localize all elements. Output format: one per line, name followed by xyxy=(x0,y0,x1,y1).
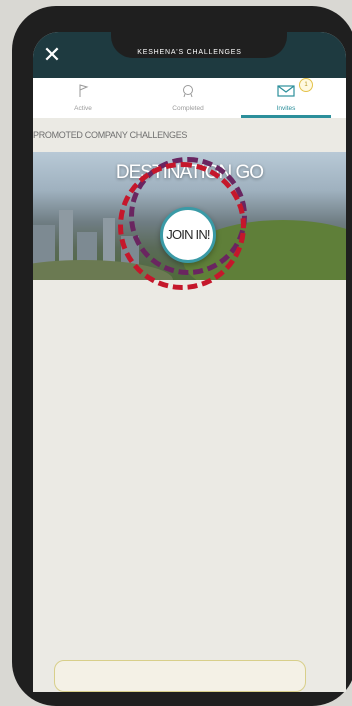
app-screen: ✕ KESHENA'S CHALLENGES Active Completed … xyxy=(33,32,346,692)
flag-icon xyxy=(33,84,133,98)
tab-active[interactable]: Active xyxy=(33,78,133,118)
tab-invites[interactable]: 1 Invites xyxy=(241,78,331,118)
page-title: KESHENA'S CHALLENGES xyxy=(137,49,242,56)
phone-frame: ✕ KESHENA'S CHALLENGES Active Completed … xyxy=(12,6,352,706)
tab-label: Completed xyxy=(172,105,204,112)
active-tab-indicator xyxy=(241,115,331,118)
tab-label: Active xyxy=(74,105,92,112)
tab-label: Invites xyxy=(276,105,296,112)
section-heading: PROMOTED COMPANY CHALLENGES xyxy=(33,130,188,140)
tab-completed[interactable]: Completed xyxy=(133,78,243,118)
notification-badge: 1 xyxy=(299,78,313,92)
tab-bar: Active Completed 1 Invites xyxy=(33,78,346,118)
join-in-button[interactable]: JOIN IN! xyxy=(160,207,216,263)
bottom-action-button[interactable] xyxy=(54,660,306,692)
envelope-icon xyxy=(241,84,331,98)
challenge-title: DESTINATION GO xyxy=(115,162,264,183)
medal-icon xyxy=(133,84,243,98)
